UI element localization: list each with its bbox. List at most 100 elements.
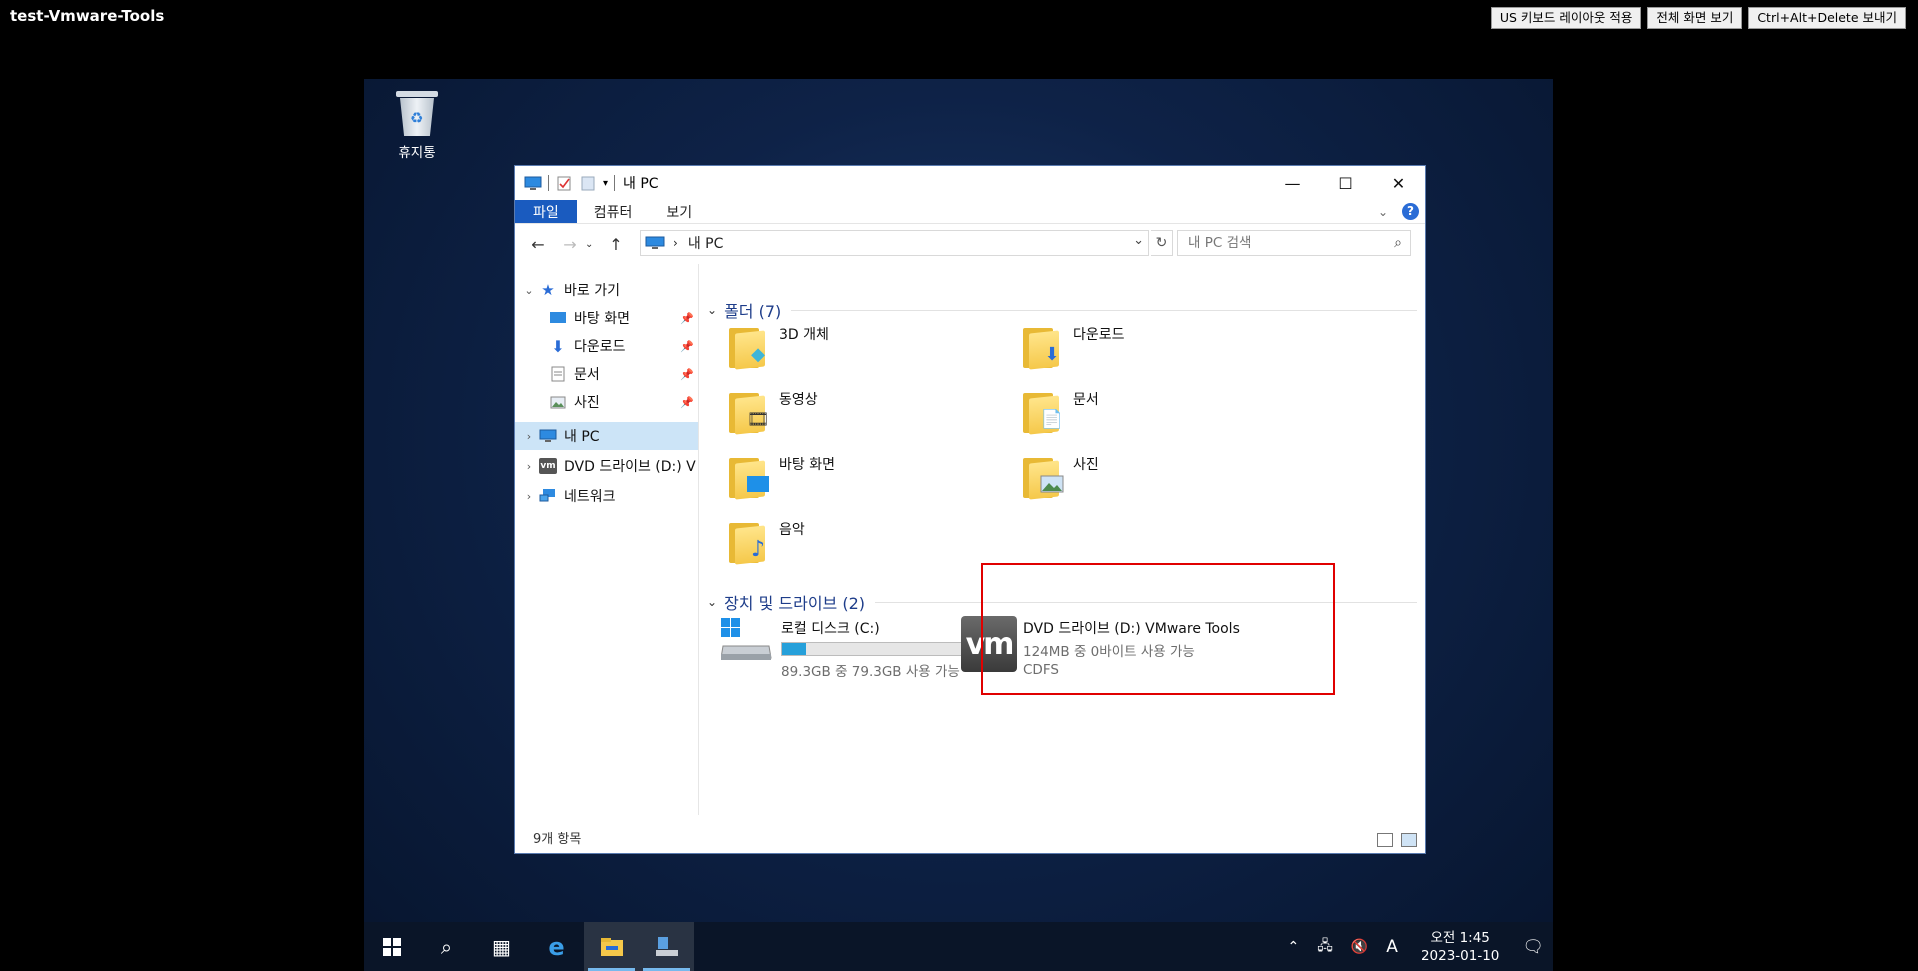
pin-icon[interactable]: 📌 <box>680 312 694 325</box>
close-icon[interactable]: ✕ <box>1372 166 1425 200</box>
expand-chevron-icon[interactable]: › <box>519 490 539 503</box>
nav-quick-access[interactable]: ⌄ ★ 바로 가기 <box>515 276 698 304</box>
nav-item-desktop[interactable]: 바탕 화면 📌 <box>515 304 698 332</box>
large-icons-view-icon[interactable] <box>1401 833 1417 847</box>
folder-label: 문서 <box>1073 392 1099 408</box>
computer-icon <box>524 176 542 190</box>
folder-label: 다운로드 <box>1073 327 1125 343</box>
documents-folder-icon: 📄 <box>1021 389 1065 435</box>
expand-chevron-icon[interactable]: › <box>519 430 539 443</box>
pin-icon[interactable]: 📌 <box>680 368 694 381</box>
clock-date: 2023-01-10 <box>1420 947 1500 964</box>
collapse-chevron-icon[interactable]: ⌄ <box>707 595 717 609</box>
customize-toolbar-icon[interactable]: ▾ <box>603 178 608 189</box>
nav-item-label: 사진 <box>574 395 600 411</box>
nav-item-label: 문서 <box>574 367 600 383</box>
start-button[interactable] <box>364 922 419 971</box>
ribbon-controls: ⌄ ? <box>1378 203 1419 220</box>
folder-videos[interactable]: 🎞 동영상 <box>727 389 818 435</box>
taskbar: ⌕ ▦ e ⌃ 🖧 🔇 A 오전 1:45 2023-01-10 🗨 <box>364 922 1553 971</box>
console-toolbar: US 키보드 레이아웃 적용 전체 화면 보기 Ctrl+Alt+Delete … <box>1490 7 1906 29</box>
address-bar[interactable]: › 내 PC ⌄ <box>640 230 1149 256</box>
server-manager-icon[interactable] <box>639 922 694 971</box>
folder-downloads[interactable]: ⬇ 다운로드 <box>1021 324 1125 370</box>
nav-network[interactable]: › 네트워크 <box>515 482 698 510</box>
search-input[interactable]: 내 PC 검색 ⌕ <box>1177 230 1411 256</box>
minimize-icon[interactable]: — <box>1266 166 1319 200</box>
tab-file[interactable]: 파일 <box>515 200 577 223</box>
properties-icon[interactable] <box>555 176 573 191</box>
us-keyboard-layout-button[interactable]: US 키보드 레이아웃 적용 <box>1490 7 1642 29</box>
address-text: 내 PC <box>687 236 724 252</box>
nav-this-pc[interactable]: › 내 PC <box>515 422 698 450</box>
show-hidden-icons-icon[interactable]: ⌃ <box>1288 939 1300 955</box>
expand-chevron-icon[interactable]: › <box>519 460 539 473</box>
collapse-chevron-icon[interactable]: ⌄ <box>707 303 717 317</box>
window-title: 내 PC <box>623 176 659 192</box>
folder-3d-objects[interactable]: ◆ 3D 개체 <box>727 324 829 370</box>
picture-icon <box>549 394 567 410</box>
help-icon[interactable]: ? <box>1402 203 1419 220</box>
nav-network-label: 네트워크 <box>564 489 616 505</box>
ctrl-alt-delete-button[interactable]: Ctrl+Alt+Delete 보내기 <box>1748 7 1906 29</box>
file-explorer-icon[interactable] <box>584 922 639 971</box>
maximize-icon[interactable]: ☐ <box>1319 166 1372 200</box>
devices-header-label: 장치 및 드라이브 (2) <box>724 594 866 613</box>
action-center-icon[interactable]: 🗨 <box>1522 937 1544 957</box>
up-arrow-icon[interactable]: ↑ <box>607 235 625 254</box>
recycle-bin[interactable]: ♻ 휴지통 <box>380 89 454 161</box>
explorer-window: ▾ 내 PC — ☐ ✕ 파일 컴퓨터 보기 ⌄ ? ← → ⌄ ↑ › 내 P… <box>514 165 1426 854</box>
recent-locations-icon[interactable]: ⌄ <box>585 239 593 250</box>
drive-d[interactable]: vm DVD 드라이브 (D:) VMware Tools 124MB 중 0바… <box>961 616 1240 678</box>
downloads-folder-icon: ⬇ <box>1021 324 1065 370</box>
nav-item-documents[interactable]: 문서 📌 <box>515 360 698 388</box>
quick-access-toolbar: ▾ <box>524 175 616 191</box>
address-dropdown-icon[interactable]: ⌄ <box>1133 233 1144 248</box>
folder-label: 바탕 화면 <box>779 457 835 473</box>
tab-computer[interactable]: 컴퓨터 <box>577 200 650 223</box>
item-count: 9개 항목 <box>533 832 582 847</box>
drive-c[interactable]: 로컬 디스크 (C:) 89.3GB 중 79.3GB 사용 가능 <box>720 616 1001 680</box>
desktop-folder-icon <box>727 454 771 500</box>
nav-item-downloads[interactable]: ⬇ 다운로드 📌 <box>515 332 698 360</box>
clock[interactable]: 오전 1:45 2023-01-10 <box>1421 929 1499 965</box>
fullscreen-button[interactable]: 전체 화면 보기 <box>1647 7 1743 29</box>
pin-icon[interactable]: 📌 <box>680 396 694 409</box>
collapse-chevron-icon[interactable]: ⌄ <box>519 284 539 297</box>
navigation-pane: ⌄ ★ 바로 가기 바탕 화면 📌 ⬇ 다운로드 📌 문서 📌 사진 📌 › 내… <box>515 264 699 815</box>
folder-label: 3D 개체 <box>779 327 829 343</box>
download-arrow-icon: ⬇ <box>551 336 565 356</box>
console-title: test-Vmware-Tools <box>10 7 165 25</box>
new-folder-icon[interactable] <box>579 176 597 191</box>
folder-music[interactable]: ♪ 음악 <box>727 519 805 565</box>
folder-desktop[interactable]: 바탕 화면 <box>727 454 835 500</box>
vmware-logo-icon: vm <box>961 616 1017 672</box>
volume-muted-icon[interactable]: 🔇 <box>1351 939 1368 955</box>
document-icon <box>549 366 567 382</box>
nav-dvd-drive[interactable]: › vm DVD 드라이브 (D:) V <box>515 452 698 480</box>
nav-quick-access-label: 바로 가기 <box>564 283 620 299</box>
input-method-indicator[interactable]: A <box>1386 937 1398 957</box>
internet-explorer-icon[interactable]: e <box>529 922 584 971</box>
tab-view[interactable]: 보기 <box>649 200 709 223</box>
forward-arrow-icon[interactable]: → <box>561 235 579 254</box>
pin-icon[interactable]: 📌 <box>680 340 694 353</box>
folder-documents[interactable]: 📄 문서 <box>1021 389 1099 435</box>
search-icon: ⌕ <box>1394 235 1402 251</box>
mouse-cursor-icon <box>1201 763 1209 785</box>
devices-group-header[interactable]: ⌄ 장치 및 드라이브 (2) <box>707 590 1417 614</box>
nav-item-pictures[interactable]: 사진 📌 <box>515 388 698 416</box>
task-view-icon[interactable]: ▦ <box>474 922 529 971</box>
folder-label: 사진 <box>1073 457 1099 473</box>
search-icon[interactable]: ⌕ <box>419 922 474 971</box>
details-view-icon[interactable] <box>1377 833 1393 847</box>
folder-label: 음악 <box>779 522 805 538</box>
back-arrow-icon[interactable]: ← <box>529 235 547 254</box>
folders-group-header[interactable]: ⌄ 폴더 (7) <box>707 298 1417 322</box>
folder-pictures[interactable]: 사진 <box>1021 454 1099 500</box>
network-status-icon[interactable]: 🖧 <box>1317 935 1333 959</box>
nav-this-pc-label: 내 PC <box>564 429 600 445</box>
expand-ribbon-icon[interactable]: ⌄ <box>1378 205 1388 219</box>
refresh-icon[interactable]: ↻ <box>1151 230 1173 256</box>
nav-dvd-label: DVD 드라이브 (D:) V <box>564 459 696 475</box>
